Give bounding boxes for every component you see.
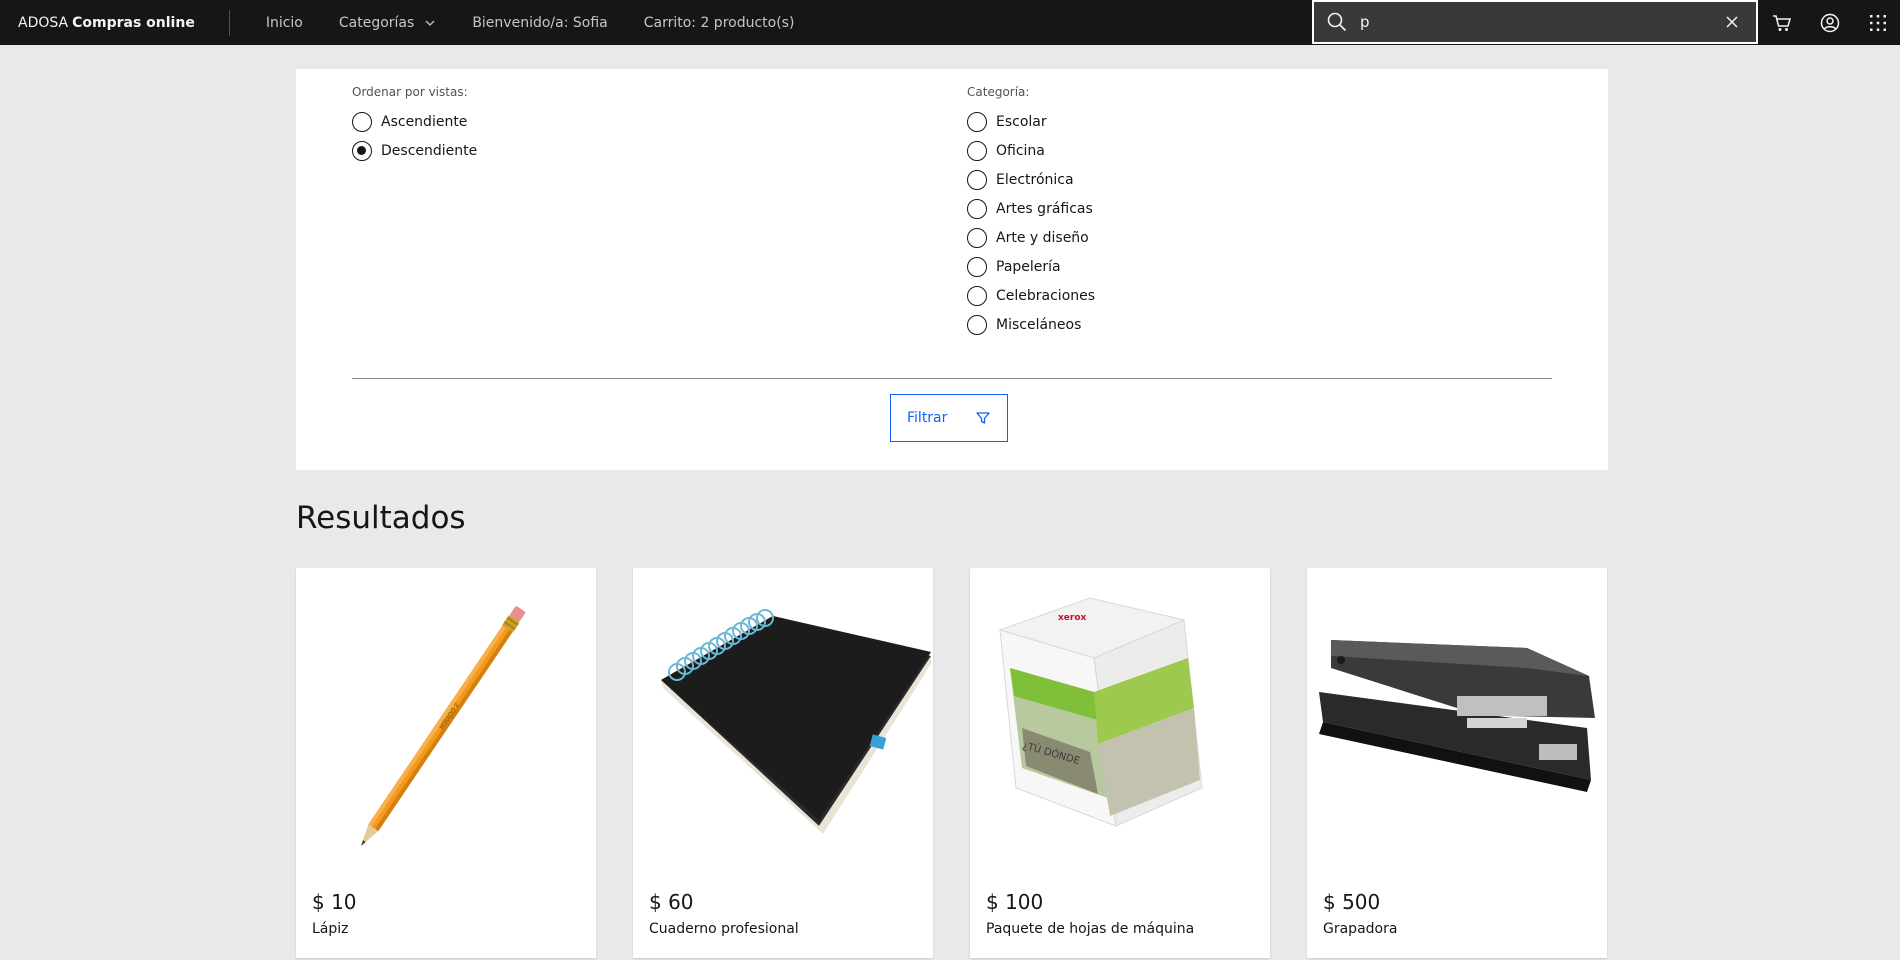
results-heading: Resultados bbox=[296, 500, 466, 536]
chevron-down-icon bbox=[425, 20, 435, 26]
radio-category-miscelaneos[interactable]: Misceláneos bbox=[967, 310, 1095, 339]
filter-button[interactable]: Filtrar bbox=[890, 394, 1008, 442]
filter-panel: Ordenar por vistas: Ascendiente Descendi… bbox=[296, 69, 1608, 470]
radio-button[interactable] bbox=[967, 169, 987, 190]
radio-sort-descending[interactable]: Descendiente bbox=[352, 136, 477, 165]
nav-item-cart[interactable]: Carrito: 2 producto(s) bbox=[626, 0, 813, 45]
category-radio-group: Categoría: Escolar Oficina Electrónica A… bbox=[967, 85, 1095, 339]
product-card[interactable]: ¿TÚ DÓNDE xerox $ 100 Paquete de hojas d… bbox=[970, 568, 1270, 958]
radio-label: Papelería bbox=[996, 258, 1061, 275]
radio-button[interactable] bbox=[967, 111, 987, 132]
product-name: Cuaderno profesional bbox=[649, 921, 799, 937]
brand-name: Compras online bbox=[72, 14, 195, 31]
svg-text:xerox: xerox bbox=[1058, 613, 1087, 623]
radio-button[interactable] bbox=[967, 285, 987, 306]
radio-label: Ascendiente bbox=[381, 113, 468, 130]
close-icon[interactable] bbox=[1724, 14, 1740, 30]
radio-category-celebraciones[interactable]: Celebraciones bbox=[967, 281, 1095, 310]
product-card[interactable]: $ 500 Grapadora bbox=[1307, 568, 1607, 958]
radio-label: Escolar bbox=[996, 113, 1047, 130]
product-card[interactable]: MIRADO 2 $ 10 Lápiz bbox=[296, 568, 596, 958]
radio-label: Descendiente bbox=[381, 142, 478, 159]
search-input[interactable] bbox=[1348, 2, 1724, 42]
nav-item-home-label: Inicio bbox=[265, 14, 303, 31]
divider bbox=[352, 378, 1552, 379]
notebook-product-image bbox=[633, 568, 933, 868]
product-card[interactable]: $ 60 Cuaderno profesional bbox=[633, 568, 933, 958]
nav-item-home[interactable]: Inicio bbox=[248, 0, 321, 45]
nav-item-categories-label: Categorías bbox=[338, 14, 415, 31]
radio-button[interactable] bbox=[967, 256, 987, 277]
paper-ream-product-image: ¿TÚ DÓNDE xerox bbox=[970, 568, 1270, 868]
product-name: Lápiz bbox=[312, 921, 349, 937]
brand-logo[interactable]: ADOSA Compras online bbox=[0, 0, 229, 45]
brand-prefix: ADOSA bbox=[18, 14, 69, 31]
search-icon[interactable] bbox=[1326, 11, 1348, 33]
filter-icon bbox=[976, 412, 990, 424]
nav-item-categories-dropdown[interactable]: Categorías bbox=[321, 0, 454, 45]
radio-button[interactable] bbox=[967, 140, 987, 161]
app-switcher-icon bbox=[1870, 14, 1886, 31]
radio-category-arte-y-diseno[interactable]: Arte y diseño bbox=[967, 223, 1095, 252]
radio-label: Artes gráficas bbox=[996, 200, 1093, 217]
product-price: $ 100 bbox=[986, 890, 1044, 914]
product-price: $ 60 bbox=[649, 890, 694, 914]
nav-item-welcome-label: Bienvenido/a: Sofia bbox=[472, 14, 608, 31]
stapler-product-image bbox=[1307, 568, 1607, 868]
cart-icon bbox=[1773, 14, 1791, 31]
sort-legend: Ordenar por vistas: bbox=[352, 85, 468, 99]
app-switcher-button[interactable] bbox=[1854, 0, 1900, 45]
radio-category-papeleria[interactable]: Papelería bbox=[967, 252, 1095, 281]
radio-button[interactable] bbox=[967, 198, 987, 219]
radio-button-selected[interactable] bbox=[352, 140, 372, 161]
user-account-button[interactable] bbox=[1806, 0, 1854, 45]
radio-label: Misceláneos bbox=[996, 316, 1082, 333]
product-price: $ 10 bbox=[312, 890, 357, 914]
pencil-product-image: MIRADO 2 bbox=[296, 568, 596, 868]
category-legend: Categoría: bbox=[967, 85, 1030, 99]
radio-category-artes-graficas[interactable]: Artes gráficas bbox=[967, 194, 1095, 223]
header-actions bbox=[1758, 0, 1900, 45]
radio-button[interactable] bbox=[967, 227, 987, 248]
top-navigation-bar: ADOSA Compras online Inicio Categorías B… bbox=[0, 0, 1900, 45]
search-bar bbox=[1312, 0, 1758, 44]
radio-label: Oficina bbox=[996, 142, 1045, 159]
radio-label: Arte y diseño bbox=[996, 229, 1089, 246]
product-name: Grapadora bbox=[1323, 921, 1398, 937]
radio-label: Celebraciones bbox=[996, 287, 1096, 304]
radio-label: Electrónica bbox=[996, 171, 1074, 188]
radio-category-oficina[interactable]: Oficina bbox=[967, 136, 1095, 165]
filter-button-label: Filtrar bbox=[907, 410, 948, 426]
sort-radio-group: Ordenar por vistas: Ascendiente Descendi… bbox=[352, 85, 477, 165]
radio-category-escolar[interactable]: Escolar bbox=[967, 107, 1095, 136]
nav-item-cart-label: Carrito: 2 producto(s) bbox=[643, 14, 795, 31]
cart-button[interactable] bbox=[1758, 0, 1806, 45]
user-avatar-icon bbox=[1820, 13, 1840, 32]
nav-item-welcome[interactable]: Bienvenido/a: Sofia bbox=[454, 0, 625, 45]
radio-category-electronica[interactable]: Electrónica bbox=[967, 165, 1095, 194]
radio-button[interactable] bbox=[967, 314, 987, 335]
radio-button[interactable] bbox=[352, 111, 372, 132]
product-name: Paquete de hojas de máquina bbox=[986, 921, 1195, 937]
radio-sort-ascending[interactable]: Ascendiente bbox=[352, 107, 477, 136]
main-nav: Inicio Categorías Bienvenido/a: Sofia Ca… bbox=[230, 0, 813, 45]
product-price: $ 500 bbox=[1323, 890, 1381, 914]
